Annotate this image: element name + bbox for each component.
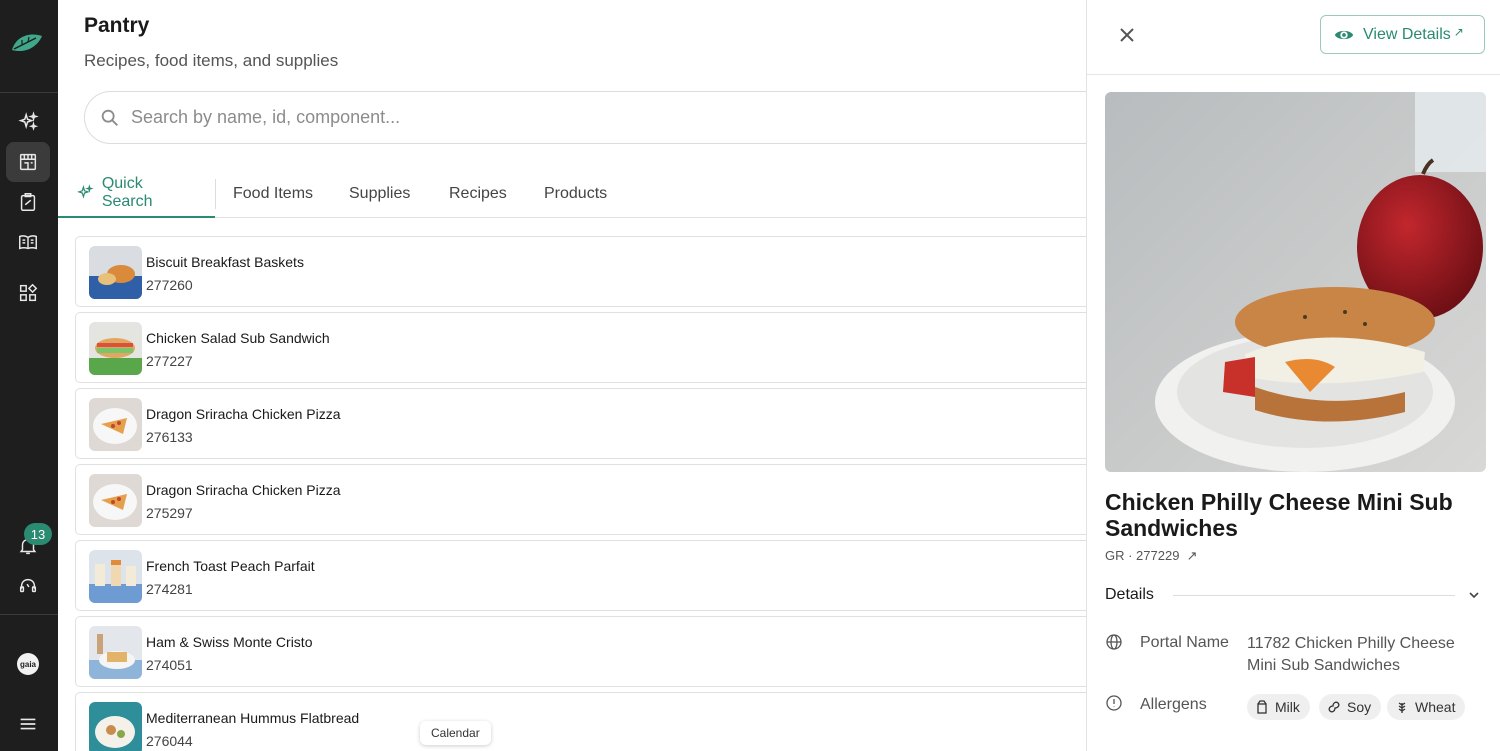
tab-bar: Quick Search Food Items Supplies Recipes… xyxy=(58,170,1086,218)
allergens-row: Allergens Milk Soy Wheat xyxy=(1105,694,1485,722)
tab-products[interactable]: Products xyxy=(526,170,625,218)
tab-supplies[interactable]: Supplies xyxy=(331,170,428,218)
results-list: Biscuit Breakfast Baskets 277260 Chicken… xyxy=(75,236,1086,751)
product-title: Chicken Philly Cheese Mini Sub Sandwiche… xyxy=(1105,489,1453,541)
list-item[interactable]: Dragon Sriracha Chicken Pizza 276133 xyxy=(75,388,1086,459)
item-thumbnail xyxy=(89,398,142,451)
item-id: 274281 xyxy=(146,581,193,597)
rail-divider xyxy=(0,614,58,615)
external-link-icon: ↗ xyxy=(1453,24,1464,39)
item-id: 275297 xyxy=(146,505,193,521)
search-icon xyxy=(101,109,118,126)
search-input[interactable] xyxy=(131,107,1031,128)
panel-header: View Details ↗ xyxy=(1087,0,1500,75)
pantry-main: Pantry Recipes, food items, and supplies… xyxy=(58,0,1086,751)
list-item[interactable]: Dragon Sriracha Chicken Pizza 275297 xyxy=(75,464,1086,535)
rail-divider xyxy=(0,92,58,93)
pantry-store-icon[interactable] xyxy=(6,142,50,182)
globe-icon xyxy=(1106,634,1122,650)
page-title: Pantry xyxy=(84,14,150,37)
org-avatar[interactable]: gaia xyxy=(17,653,39,675)
item-name: Mediterranean Hummus Flatbread xyxy=(146,710,360,726)
wheat-icon xyxy=(1398,702,1406,713)
item-thumbnail xyxy=(89,322,142,375)
item-id: 274051 xyxy=(146,657,193,673)
tab-label: Supplies xyxy=(349,185,411,202)
external-link-icon: ↗ xyxy=(1183,548,1198,563)
tab-recipes[interactable]: Recipes xyxy=(431,170,525,218)
details-label: Details xyxy=(1105,586,1154,603)
portal-name-row: Portal Name 11782 Chicken Philly Cheese … xyxy=(1105,633,1485,677)
product-code: GR · 277229 xyxy=(1105,548,1180,563)
open-book-icon[interactable] xyxy=(6,222,50,262)
support-headset-icon[interactable] xyxy=(6,566,50,606)
tab-label: Food Items xyxy=(233,185,314,202)
tab-label: Quick Search xyxy=(101,175,153,210)
view-details-label: View Details xyxy=(1363,25,1451,43)
tab-label: Products xyxy=(544,185,608,202)
item-thumbnail xyxy=(89,550,142,603)
item-name: Biscuit Breakfast Baskets xyxy=(146,254,304,270)
chevron-down-icon xyxy=(1469,592,1479,599)
list-item[interactable]: French Toast Peach Parfait 274281 xyxy=(75,540,1086,611)
list-item[interactable]: Chicken Salad Sub Sandwich 277227 xyxy=(75,312,1086,383)
clipboard-check-icon[interactable] xyxy=(6,182,50,222)
apps-grid-icon[interactable] xyxy=(6,273,50,313)
product-code-link[interactable]: GR · 277229 ↗ xyxy=(1105,548,1198,564)
item-id: 277227 xyxy=(146,353,193,369)
item-name: French Toast Peach Parfait xyxy=(146,558,315,574)
portal-name-label: Portal Name xyxy=(1140,634,1229,651)
close-icon[interactable] xyxy=(1115,23,1139,47)
item-name: Dragon Sriracha Chicken Pizza xyxy=(146,406,341,422)
view-details-button[interactable]: View Details ↗ xyxy=(1320,15,1485,54)
list-item[interactable]: Biscuit Breakfast Baskets 277260 xyxy=(75,236,1086,307)
item-name: Ham & Swiss Monte Cristo xyxy=(146,634,313,650)
sparkles-icon xyxy=(77,184,94,199)
item-thumbnail xyxy=(89,702,142,751)
item-name: Dragon Sriracha Chicken Pizza xyxy=(146,482,341,498)
leaf-logo-icon[interactable] xyxy=(8,28,48,58)
item-name: Chicken Salad Sub Sandwich xyxy=(146,330,330,346)
tab-food-items[interactable]: Food Items xyxy=(215,170,331,218)
allergens-label: Allergens xyxy=(1140,696,1207,713)
sparkles-icon[interactable] xyxy=(6,102,50,142)
divider xyxy=(1173,595,1455,596)
tab-quick-search[interactable]: Quick Search xyxy=(58,170,215,218)
item-id: 276044 xyxy=(146,733,193,749)
detail-panel: View Details ↗ Chicken Philly Cheese Min… xyxy=(1086,0,1500,751)
search-bar[interactable] xyxy=(84,91,1086,144)
item-id: 277260 xyxy=(146,277,193,293)
calendar-tooltip: Calendar xyxy=(420,721,491,745)
soy-bean-icon xyxy=(1328,701,1340,713)
portal-name-value: 11782 Chicken Philly Cheese Mini Sub San… xyxy=(1247,635,1455,674)
tab-label: Recipes xyxy=(449,185,507,202)
details-section-toggle[interactable]: Details xyxy=(1105,586,1485,606)
alert-circle-icon xyxy=(1106,695,1122,711)
page-subtitle: Recipes, food items, and supplies xyxy=(84,51,339,70)
notification-count-badge: 13 xyxy=(24,523,52,545)
hamburger-menu-icon[interactable] xyxy=(6,704,50,744)
allergen-chip-wheat: Wheat xyxy=(1387,694,1466,720)
milk-carton-icon xyxy=(1257,700,1267,714)
allergen-chip-soy: Soy xyxy=(1319,694,1382,720)
item-thumbnail xyxy=(89,626,142,679)
allergen-chip-milk: Milk xyxy=(1247,694,1310,720)
item-id: 276133 xyxy=(146,429,193,445)
eye-icon xyxy=(1334,30,1354,39)
left-rail: 13 gaia xyxy=(0,0,58,751)
item-thumbnail xyxy=(89,246,142,299)
product-hero-image xyxy=(1105,92,1486,472)
item-thumbnail xyxy=(89,474,142,527)
list-item[interactable]: Mediterranean Hummus Flatbread 276044 xyxy=(75,692,1086,751)
list-item[interactable]: Ham & Swiss Monte Cristo 274051 xyxy=(75,616,1086,687)
